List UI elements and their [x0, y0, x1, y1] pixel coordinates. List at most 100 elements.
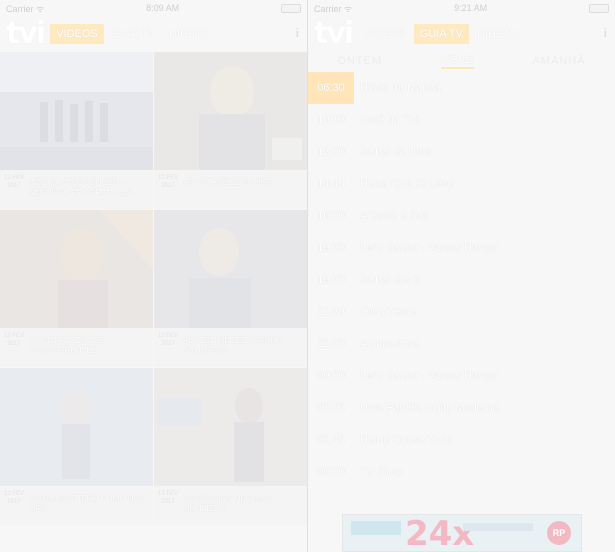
video-card[interactable]: 12 FEV 2017 DIANA MONTEIRO COMO DUA LIPA — [0, 368, 153, 525]
status-bar: Carrier ᯤ 8:09 AM — [0, 0, 307, 16]
carrier-label: Carrier ᯤ — [314, 3, 353, 14]
schedule-time: 10:10 — [317, 114, 345, 126]
video-thumbnail — [0, 210, 153, 328]
schedule-row[interactable]: 14:43 Deixa Que Te Leve — [308, 168, 615, 200]
info-icon[interactable]: i — [604, 26, 607, 40]
tab-hoje[interactable]: HOJE — [440, 54, 474, 69]
schedule-row[interactable]: 00:00 Let's Dance - Vamos Dançar — [308, 360, 615, 392]
schedule-title: A Impostora — [360, 338, 419, 350]
schedule-time: 22:58 — [317, 338, 345, 350]
video-card[interactable]: 12 FEV 2017 OS ENSAIOS DE DIANA MONTEIRO — [154, 368, 307, 525]
video-card[interactable]: 12 FEV 2017 INÊS SANTOS VENCEU O SEGUNDO… — [0, 52, 153, 209]
video-card[interactable]: 12 FEV 2017 AS VOTAÇÕES DO JÚRI — [154, 52, 307, 209]
schedule-time: 19:30 — [317, 242, 345, 254]
tab-guia-tv[interactable]: GUIA TV — [106, 24, 161, 44]
video-date: 12 FEV 2017 — [3, 333, 24, 347]
video-card[interactable]: 12 FEV 2017 AS VOTAÇÕES DOS CONCORRENTES — [0, 210, 153, 367]
video-thumbnail — [154, 52, 307, 170]
schedule-row[interactable]: 10:10 Você na TV! — [308, 104, 615, 136]
video-caption: 12 FEV 2017 DIANA MONTEIRO COMO DUA LIPA — [0, 486, 153, 525]
video-title: AS VOTAÇÕES DO JÚRI — [183, 178, 274, 187]
video-thumbnail — [0, 368, 153, 486]
top-nav: tvi VÍDEOS GUIA TV DIRETO i — [0, 16, 307, 52]
video-thumbnail — [0, 52, 153, 170]
schedule-time: 06:30 — [308, 72, 354, 104]
schedule-time: 16:00 — [317, 210, 345, 222]
ad-graphic — [351, 521, 401, 535]
tab-ontem[interactable]: ONTEM — [337, 55, 382, 67]
ad-headline: 24x — [405, 514, 475, 552]
schedule-row[interactable]: 01:15 Uma Família muito Moderna — [308, 392, 615, 424]
tvi-logo[interactable]: tvi — [6, 19, 46, 49]
schedule-title: Jornal das 8 — [360, 274, 420, 286]
schedule-row[interactable]: 16:00 A Tarde é Sua — [308, 200, 615, 232]
video-title: INÊS SANTOS VENCEU O SEGUNDO PROGRAMA ES… — [29, 178, 138, 197]
schedule-row[interactable]: 22:58 A Impostora — [308, 328, 615, 360]
video-caption: 12 FEV 2017 AS VOTAÇÕES DO JÚRI — [154, 170, 307, 209]
video-caption: 12 FEV 2017 OS ENSAIOS DE DIANA MONTEIRO — [154, 486, 307, 525]
schedule-title: TV Shop — [360, 466, 403, 478]
video-caption: 12 FEV 2017 INÊS SANTOS VENCEU O SEGUNDO… — [0, 170, 153, 209]
video-date: 12 FEV 2017 — [157, 491, 178, 505]
carrier-label: Carrier ᯤ — [6, 3, 45, 14]
video-date: 12 FEV 2017 — [157, 333, 178, 347]
video-caption: 12 FEV 2017 ALGUÉM SE DECLAROU À NAMORAD… — [154, 328, 307, 367]
tab-direto[interactable]: DIRETO — [163, 24, 216, 44]
videos-screen: Carrier ᯤ 8:09 AM tvi VÍDEOS GUIA TV DIR… — [0, 0, 307, 552]
status-time: 9:21 AM — [454, 3, 488, 13]
schedule-title: Deixa Que Te Leve — [360, 178, 454, 190]
schedule-row[interactable]: 13:00 Jornal da Uma — [308, 136, 615, 168]
schedule-row[interactable]: 05:00 TV Shop — [308, 456, 615, 488]
schedule-time: 19:58 — [317, 274, 345, 286]
day-tabs: ONTEM HOJE AMANHÃ — [308, 52, 615, 70]
battery-icon — [281, 3, 301, 13]
schedule-time: 01:15 — [317, 402, 345, 414]
video-title: ALGUÉM SE DECLAROU À NAMORADA — [183, 336, 284, 355]
schedule-row[interactable]: 19:58 Jornal das 8 — [308, 264, 615, 296]
schedule-list: 06:30 Diário da Manhã 10:10 Você na TV! 13… — [308, 72, 615, 488]
schedule-title: Let's Dance - Vamos Dançar — [360, 242, 500, 254]
schedule-title: Uma Família muito Moderna — [360, 402, 499, 414]
status-bar: Carrier ᯤ 9:21 AM — [308, 0, 615, 16]
tv-guide-screen: Carrier ᯤ 9:21 AM tvi VÍDEOS GUIA TV DIR… — [308, 0, 615, 552]
video-title: OS ENSAIOS DE DIANA MONTEIRO — [183, 494, 272, 513]
schedule-title: Jornal da Uma — [360, 146, 432, 158]
top-nav: tvi VÍDEOS GUIA TV DIRETO i — [308, 16, 615, 52]
video-date: 12 FEV 2017 — [3, 175, 24, 189]
video-title: DIANA MONTEIRO COMO DUA LIPA — [29, 494, 145, 513]
info-icon[interactable]: i — [296, 26, 299, 40]
schedule-row[interactable]: 06:30 Diário da Manhã — [308, 72, 615, 104]
schedule-title: A Tarde é Sua — [360, 210, 429, 222]
battery-icon — [589, 3, 609, 13]
ad-graphic — [463, 523, 533, 531]
video-thumbnail — [154, 210, 307, 328]
schedule-title: Ouro Verde — [360, 306, 417, 318]
video-thumbnail — [154, 368, 307, 486]
video-date: 12 FEV 2017 — [3, 491, 24, 505]
schedule-time: 14:43 — [317, 178, 345, 190]
ad-badge: RP — [547, 521, 571, 545]
schedule-title: Diário da Manhã — [360, 82, 441, 94]
video-title: AS VOTAÇÕES DOS CONCORRENTES — [29, 336, 106, 355]
tab-guia-tv[interactable]: GUIA TV — [413, 24, 469, 44]
tvi-logo[interactable]: tvi — [314, 19, 354, 49]
schedule-title: Dei-te Quase Tudo — [360, 434, 453, 446]
schedule-time: 02:45 — [317, 434, 345, 446]
tab-videos[interactable]: VÍDEOS — [50, 24, 104, 44]
schedule-time: 05:00 — [317, 466, 345, 478]
schedule-time: 00:00 — [317, 370, 345, 382]
schedule-row[interactable]: 21:39 Ouro Verde — [308, 296, 615, 328]
schedule-row[interactable]: 02:45 Dei-te Quase Tudo — [308, 424, 615, 456]
video-caption: 12 FEV 2017 AS VOTAÇÕES DOS CONCORRENTES — [0, 328, 153, 367]
schedule-time: 21:39 — [317, 306, 345, 318]
tab-amanha[interactable]: AMANHÃ — [533, 55, 586, 67]
video-date: 12 FEV 2017 — [157, 175, 178, 189]
tab-videos[interactable]: VÍDEOS — [358, 24, 412, 44]
tab-direto[interactable]: DIRETO — [471, 24, 524, 44]
schedule-row[interactable]: 19:30 Let's Dance - Vamos Dançar — [308, 232, 615, 264]
schedule-time: 13:00 — [317, 146, 345, 158]
ad-banner[interactable]: 24x RP — [342, 514, 582, 552]
schedule-title: Você na TV! — [360, 114, 420, 126]
video-card[interactable]: 12 FEV 2017 ALGUÉM SE DECLAROU À NAMORAD… — [154, 210, 307, 367]
status-time: 8:09 AM — [146, 3, 180, 13]
